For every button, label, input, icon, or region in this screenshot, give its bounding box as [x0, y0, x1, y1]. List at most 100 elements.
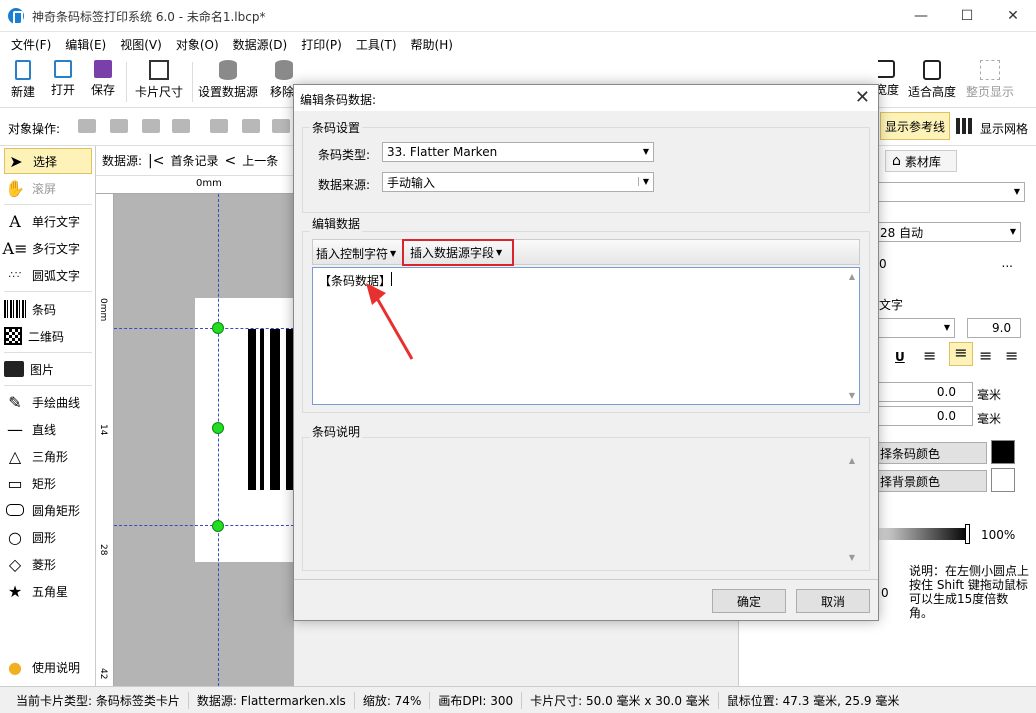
menu-edit[interactable]: 编辑(E): [58, 36, 113, 53]
menu-datasource[interactable]: 数据源(D): [226, 36, 295, 53]
tool-star[interactable]: ★ 五角星: [4, 578, 92, 604]
align-center-icon[interactable]: [242, 119, 260, 133]
scroll-down-icon[interactable]: ▼: [849, 391, 855, 400]
tool-line[interactable]: — 直线: [4, 416, 92, 442]
underline-icon[interactable]: U: [895, 350, 905, 364]
hand-icon: ✋: [5, 178, 25, 198]
tool-triangle[interactable]: △ 三角形: [4, 443, 92, 469]
text-font-select[interactable]: ▼: [875, 318, 955, 338]
status-card-type[interactable]: 当前卡片类型: 条码标签类卡片: [8, 691, 189, 709]
font-family-select[interactable]: ▼: [875, 182, 1025, 202]
tool-single-text[interactable]: A 单行文字: [4, 208, 92, 234]
align-right-icon[interactable]: [272, 119, 290, 133]
help-button[interactable]: ● 使用说明: [4, 654, 92, 680]
diamond-icon: ◇: [8, 554, 22, 574]
save-button[interactable]: 保存: [86, 60, 120, 106]
insert-field-label: 插入数据源字段: [410, 246, 495, 260]
tool-barcode[interactable]: 条码: [4, 296, 92, 322]
offset-x-stepper[interactable]: 0.0: [875, 382, 973, 402]
resize-handle[interactable]: [212, 322, 224, 334]
fit-width-button[interactable]: 宽度: [878, 60, 900, 106]
single-text-icon: A: [9, 211, 21, 231]
check-digit-field[interactable]: 0...: [875, 254, 1021, 274]
font-size-stepper[interactable]: 9.0: [967, 318, 1021, 338]
new-button[interactable]: 新建: [6, 60, 40, 106]
menu-print[interactable]: 打印(P): [294, 36, 349, 53]
data-source-select[interactable]: 手动输入 ▼: [382, 172, 654, 192]
bg-color-swatch[interactable]: [991, 468, 1015, 492]
minimize-button[interactable]: —: [898, 0, 944, 32]
fit-height-button[interactable]: 适合高度: [906, 60, 958, 106]
tool-circle[interactable]: ○ 圆形: [4, 524, 92, 550]
open-button[interactable]: 打开: [46, 60, 80, 106]
tool-image[interactable]: 图片: [4, 356, 92, 382]
bg-color-button[interactable]: 择背景颜色: [875, 470, 987, 492]
card-size-button[interactable]: 卡片尺寸: [131, 60, 187, 106]
first-record-icon: |<: [148, 152, 165, 169]
resize-handle[interactable]: [212, 520, 224, 532]
tool-rectangle[interactable]: ▭ 矩形: [4, 470, 92, 496]
fit-width-icon: [878, 60, 895, 78]
set-datasource-button[interactable]: 设置数据源: [196, 60, 260, 106]
show-guides-button[interactable]: 显示参考线: [880, 112, 950, 140]
offset-y-unit: 毫米: [977, 412, 1002, 426]
tool-freehand[interactable]: ✎ 手绘曲线: [4, 389, 92, 415]
align-left-text-icon[interactable]: ≡: [923, 346, 936, 365]
menu-object[interactable]: 对象(O): [169, 36, 226, 53]
guide-vertical: [218, 194, 219, 686]
insert-control-char-button[interactable]: 插入控制字符 ▼: [316, 243, 396, 263]
tab-material[interactable]: ⌂ 素材库: [885, 150, 957, 172]
scroll-down-icon[interactable]: ▼: [849, 553, 855, 562]
title-bar: 神奇条码标签打印系统 6.0 - 未命名1.lbcp* — ☐ ✕: [0, 0, 1036, 32]
more-button[interactable]: ...: [1002, 256, 1013, 270]
close-button[interactable]: ✕: [990, 0, 1036, 32]
barcode-settings-group: [302, 127, 870, 213]
tool-arc-text[interactable]: ∴∵ 圆弧文字: [4, 262, 92, 288]
layer-up-icon[interactable]: [78, 119, 96, 133]
whole-page-button[interactable]: 整页显示: [964, 60, 1016, 106]
justify-text-icon[interactable]: ≡: [1005, 346, 1018, 365]
lightbulb-icon: ●: [8, 657, 22, 677]
label-card[interactable]: [195, 298, 294, 562]
maximize-button[interactable]: ☐: [944, 0, 990, 32]
align-center-text-icon[interactable]: ≡: [949, 342, 973, 366]
menu-help[interactable]: 帮助(H): [404, 36, 460, 53]
data-source-value: 手动输入: [387, 175, 436, 190]
cancel-button[interactable]: 取消: [796, 589, 870, 613]
resize-handle[interactable]: [212, 422, 224, 434]
toolbox-divider: [4, 385, 92, 386]
database-icon: [219, 60, 237, 80]
align-left-icon[interactable]: [210, 119, 228, 133]
layer-down-icon[interactable]: [110, 119, 128, 133]
barcode-bar: [260, 329, 264, 490]
menu-file[interactable]: 文件(F): [4, 36, 58, 53]
opacity-slider[interactable]: [879, 528, 969, 540]
dialog-close-icon[interactable]: ✕: [855, 87, 870, 108]
barcode-type-select[interactable]: 33. Flatter Marken ▼: [382, 142, 654, 162]
encoding-select[interactable]: 28 自动 ▼: [875, 222, 1021, 242]
tool-rectangle-label: 矩形: [32, 476, 57, 491]
tool-select[interactable]: ➤ 选择: [4, 148, 92, 174]
offset-y-stepper[interactable]: 0.0: [875, 406, 973, 426]
barcode-color-button[interactable]: 择条码颜色: [875, 442, 987, 464]
menu-tools[interactable]: 工具(T): [349, 36, 404, 53]
ok-button[interactable]: 确定: [712, 589, 786, 613]
barcode-color-swatch[interactable]: [991, 440, 1015, 464]
tool-diamond[interactable]: ◇ 菱形: [4, 551, 92, 577]
insert-datasource-field-button[interactable]: 插入数据源字段 ▼: [402, 239, 514, 266]
tool-multi-text[interactable]: A≡ 多行文字: [3, 235, 92, 261]
remove-datasource-button[interactable]: 移除: [266, 60, 294, 106]
menu-view[interactable]: 视图(V): [113, 36, 169, 53]
first-record-button[interactable]: 首条记录: [171, 152, 219, 169]
align-right-text-icon[interactable]: ≡: [979, 346, 992, 365]
scroll-up-icon[interactable]: ▲: [849, 272, 855, 281]
show-grid-label[interactable]: 显示网格: [980, 120, 1028, 137]
tool-pan[interactable]: ✋ 滚屏: [4, 175, 92, 201]
layer-bottom-icon[interactable]: [172, 119, 190, 133]
prev-record-button[interactable]: 上一条: [242, 152, 278, 169]
tool-qrcode[interactable]: 二维码: [4, 323, 92, 349]
layer-top-icon[interactable]: [142, 119, 160, 133]
opacity-slider-thumb[interactable]: [965, 524, 970, 544]
tool-rounded-rect[interactable]: 圆角矩形: [4, 497, 92, 523]
scroll-up-icon[interactable]: ▲: [849, 456, 855, 465]
